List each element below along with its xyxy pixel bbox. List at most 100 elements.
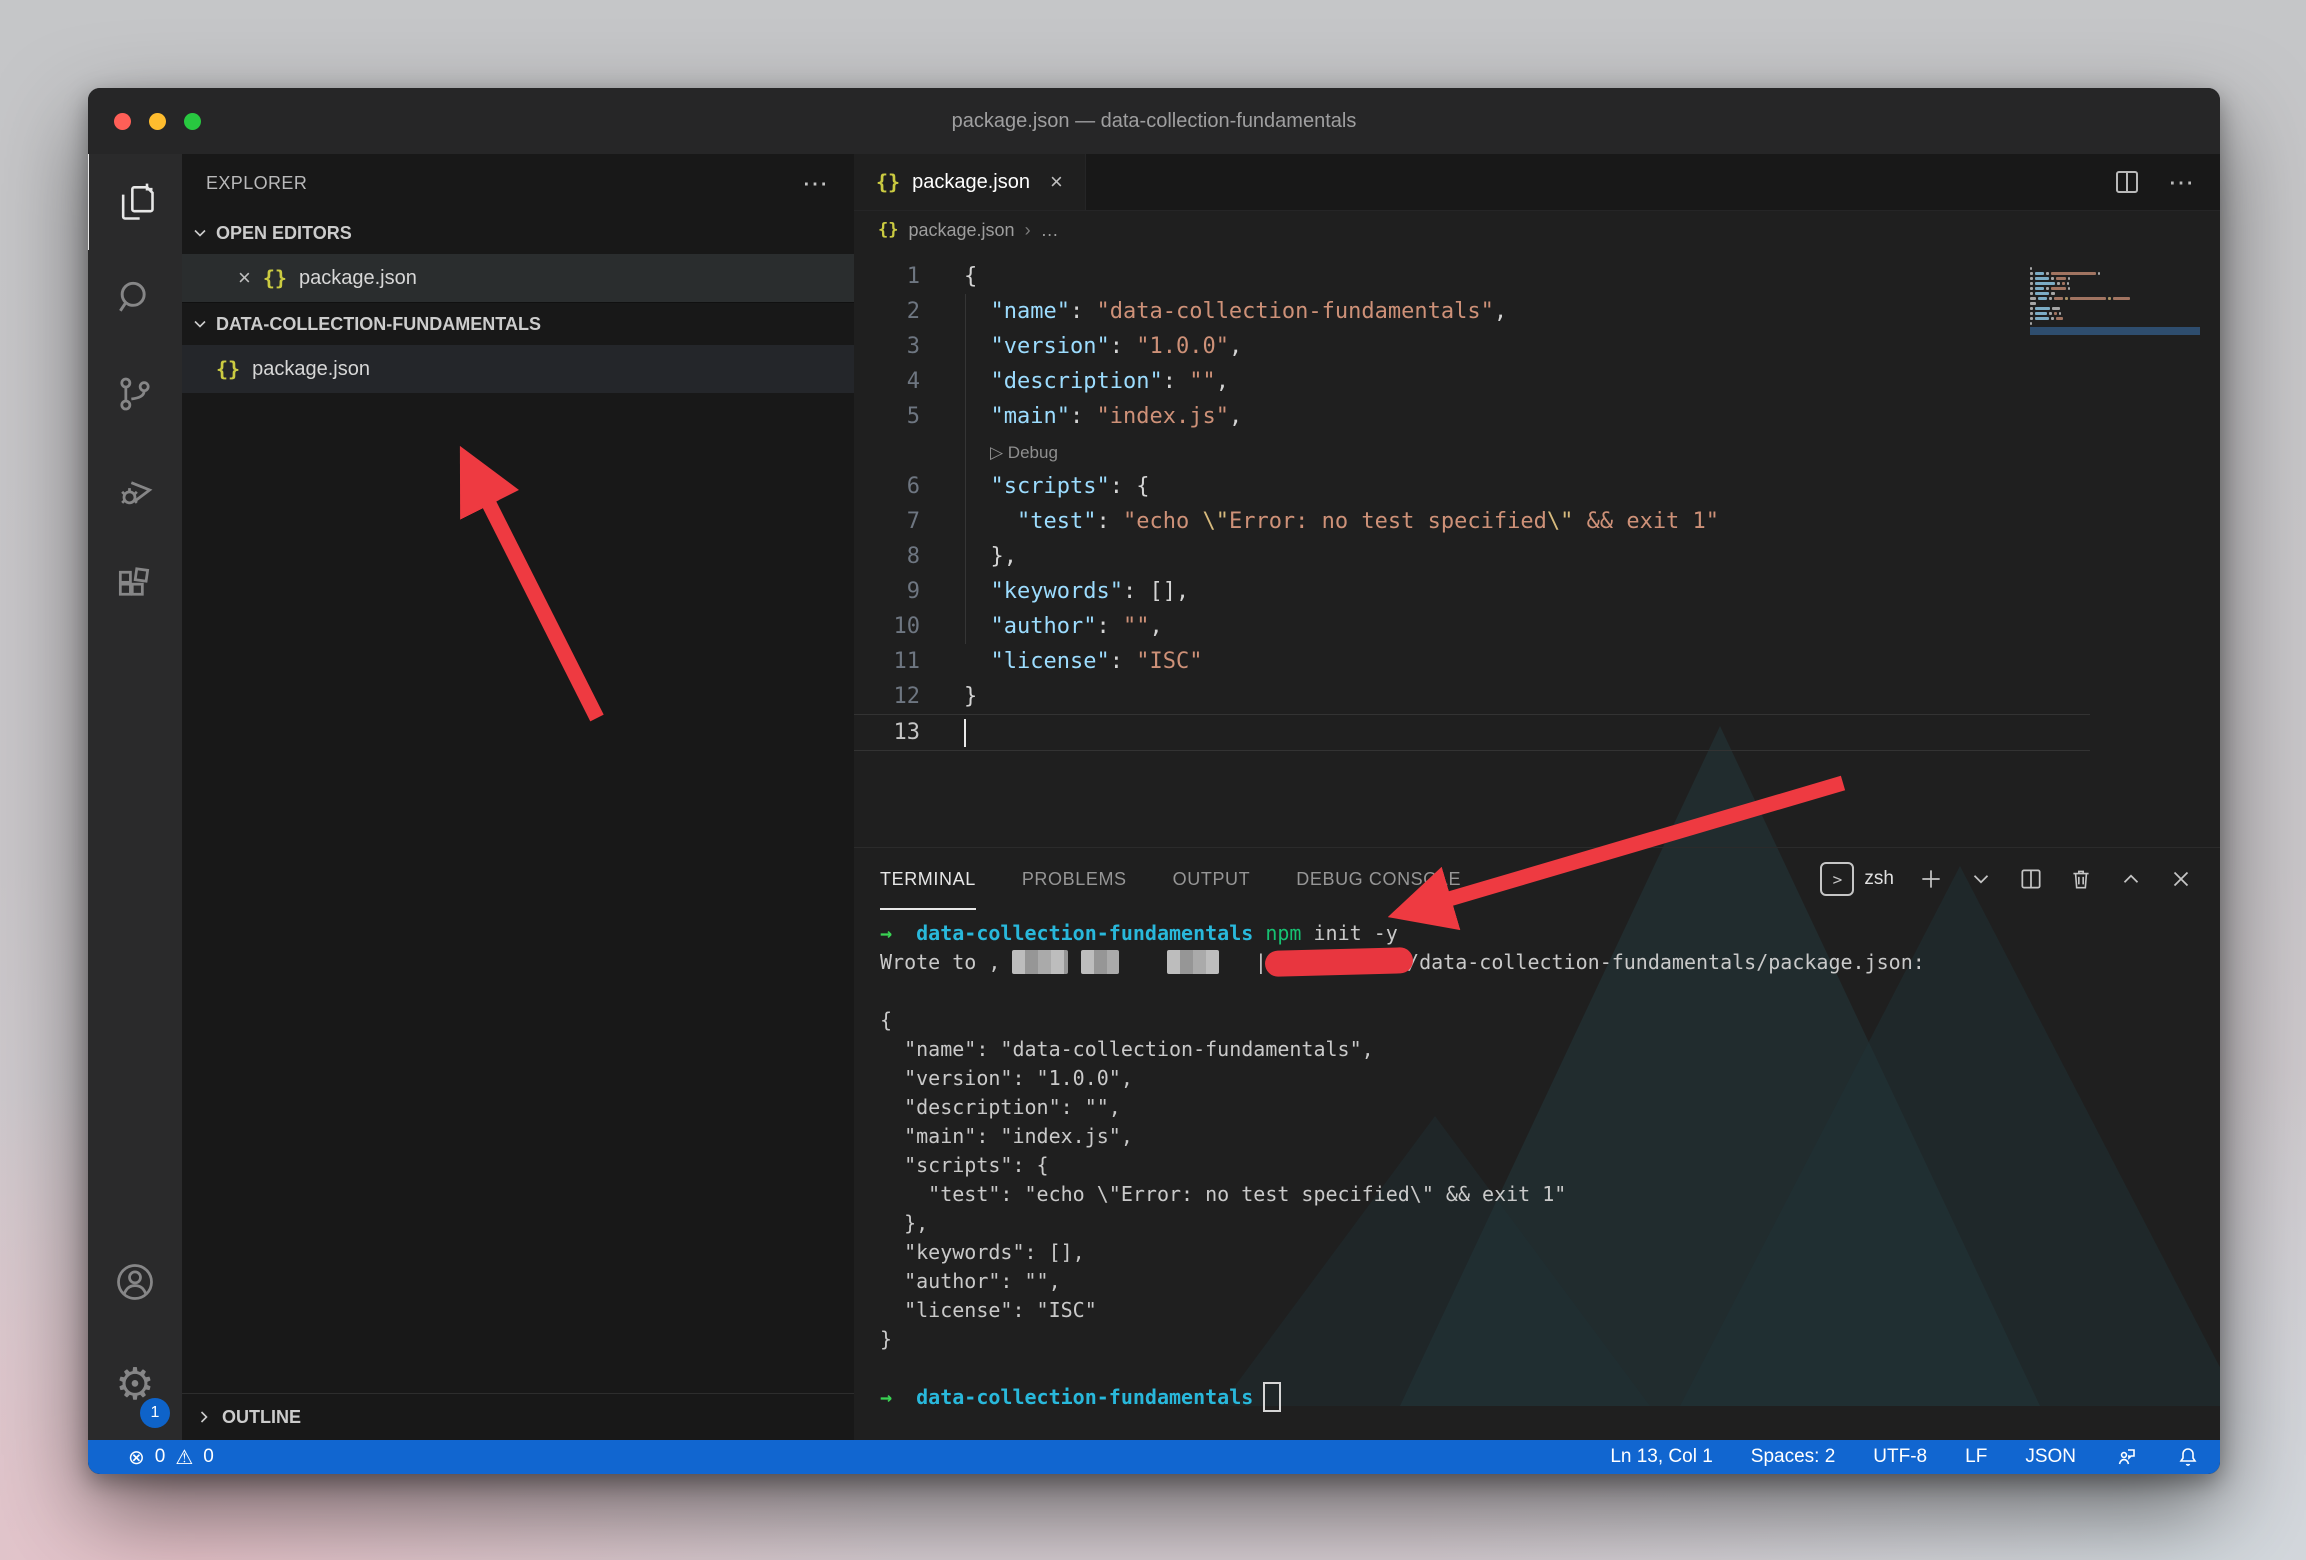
- minimap[interactable]: [2026, 263, 2204, 336]
- code-line: 3 "version": "1.0.0",: [854, 329, 2220, 364]
- source-control-icon[interactable]: [88, 346, 182, 442]
- terminal-line: "name": "data-collection-fundamentals",: [880, 1034, 2220, 1063]
- split-editor-icon[interactable]: [2112, 167, 2142, 197]
- redacted-block: [1012, 950, 1068, 974]
- terminal-icon: >: [1820, 862, 1854, 896]
- terminal-line: "test": "echo \"Error: no test specified…: [880, 1179, 2220, 1208]
- json-file-icon: {}: [878, 220, 898, 240]
- problems-status[interactable]: ⊗ 0 ⚠ 0: [128, 1445, 214, 1470]
- close-tab-icon[interactable]: ×: [1050, 169, 1063, 195]
- terminal-output[interactable]: → data-collection-fundamentals npm init …: [854, 910, 2220, 1440]
- red-marker-redaction: [1265, 947, 1414, 977]
- terminal-line: "main": "index.js",: [880, 1121, 2220, 1150]
- terminal-line: {: [880, 1005, 2220, 1034]
- outline-section[interactable]: OUTLINE: [182, 1393, 854, 1440]
- code-line: 5 "main": "index.js",: [854, 399, 2220, 434]
- terminal-line: [880, 976, 2220, 1005]
- terminal-line: "scripts": {: [880, 1150, 2220, 1179]
- terminal-panel: TERMINAL PROBLEMS OUTPUT DEBUG CONSOLE > zs…: [854, 847, 2220, 1440]
- open-editors-section[interactable]: OPEN EDITORS: [182, 212, 854, 254]
- language-mode[interactable]: JSON: [2025, 1446, 2076, 1468]
- breadcrumb-more[interactable]: …: [1041, 220, 1059, 241]
- folder-section[interactable]: DATA-COLLECTION-FUNDAMENTALS: [182, 303, 854, 345]
- warning-icon: ⚠: [175, 1445, 193, 1470]
- panel-tab-terminal[interactable]: TERMINAL: [880, 848, 976, 910]
- json-file-icon: {}: [876, 170, 900, 194]
- explorer-more-actions-icon[interactable]: ⋯: [802, 168, 830, 199]
- json-file-icon: {}: [216, 357, 240, 381]
- shell-name: zsh: [1864, 868, 1894, 890]
- error-count: 0: [155, 1446, 166, 1468]
- code-line: 4 "description": "",: [854, 364, 2220, 399]
- terminal-line: "license": "ISC": [880, 1295, 2220, 1324]
- feedback-icon[interactable]: [2114, 1445, 2138, 1469]
- terminal-line: Wrote to , |/1Pl/data-collection-fundame…: [880, 947, 2220, 976]
- explorer-sidebar: EXPLORER ⋯ OPEN EDITORS × {} package.jso…: [182, 154, 854, 1440]
- code-line: 10 "author": "",: [854, 609, 2220, 644]
- settings-badge: 1: [140, 1398, 170, 1428]
- activity-bar: ⚙ 1: [88, 154, 182, 1440]
- breadcrumb-separator: ›: [1025, 220, 1031, 241]
- settings-gear-icon[interactable]: ⚙ 1: [88, 1330, 182, 1440]
- terminal-line: },: [880, 1208, 2220, 1237]
- code-line: 8 },: [854, 539, 2220, 574]
- terminal-dropdown-icon[interactable]: [1968, 866, 1994, 892]
- code-line: 9 "keywords": [],: [854, 574, 2220, 609]
- terminal-line: "description": "",: [880, 1092, 2220, 1121]
- tab-label: package.json: [912, 171, 1030, 194]
- code-line: 7 "test": "echo \"Error: no test specifi…: [854, 504, 2220, 539]
- extensions-icon[interactable]: [88, 538, 182, 634]
- cursor-position[interactable]: Ln 13, Col 1: [1610, 1446, 1712, 1468]
- panel-tab-output[interactable]: OUTPUT: [1173, 848, 1251, 910]
- new-terminal-icon[interactable]: [1918, 866, 1944, 892]
- code-line: 6 "scripts": {: [854, 469, 2220, 504]
- indentation[interactable]: Spaces: 2: [1751, 1446, 1836, 1468]
- code-line: 2 "name": "data-collection-fundamentals"…: [854, 294, 2220, 329]
- kill-terminal-icon[interactable]: [2068, 866, 2094, 892]
- split-terminal-icon[interactable]: [2018, 866, 2044, 892]
- explorer-icon[interactable]: [88, 154, 183, 250]
- editor-group: {} package.json × ⋯ {} package.json › …: [854, 154, 2220, 1440]
- text-cursor: [964, 719, 966, 747]
- status-bar: ⊗ 0 ⚠ 0 Ln 13, Col 1 Spaces: 2 UTF-8 LF …: [88, 1440, 2220, 1474]
- terminal-line: "version": "1.0.0",: [880, 1063, 2220, 1092]
- code-line: 13: [854, 714, 2090, 751]
- breadcrumb-file[interactable]: package.json: [908, 220, 1014, 241]
- tab-package-json[interactable]: {} package.json ×: [854, 154, 1086, 210]
- eol-sequence[interactable]: LF: [1965, 1446, 1987, 1468]
- terminal-line: → data-collection-fundamentals: [880, 1382, 2220, 1411]
- notifications-bell-icon[interactable]: [2176, 1445, 2200, 1469]
- panel-tab-debug-console[interactable]: DEBUG CONSOLE: [1296, 848, 1461, 910]
- tree-item-package-json[interactable]: {} package.json: [182, 345, 854, 393]
- encoding[interactable]: UTF-8: [1873, 1446, 1927, 1468]
- code-editor[interactable]: 1{2 "name": "data-collection-fundamental…: [854, 249, 2220, 847]
- run-debug-icon[interactable]: [88, 442, 182, 538]
- chevron-down-icon: [192, 225, 208, 241]
- redacted-block: [1167, 950, 1219, 974]
- terminal-line: }: [880, 1324, 2220, 1353]
- search-icon[interactable]: [88, 250, 182, 346]
- terminal-cursor: [1263, 1382, 1281, 1412]
- breadcrumb[interactable]: {} package.json › …: [854, 211, 2220, 249]
- sidebar-title: EXPLORER: [206, 173, 307, 194]
- code-line: ▷ Debug: [854, 434, 2220, 469]
- open-editor-label: package.json: [299, 267, 417, 290]
- account-icon[interactable]: [88, 1234, 182, 1330]
- panel-tab-problems[interactable]: PROBLEMS: [1022, 848, 1127, 910]
- terminal-line: "author": "",: [880, 1266, 2220, 1295]
- terminal-line: [880, 1353, 2220, 1382]
- maximize-panel-icon[interactable]: [2118, 866, 2144, 892]
- terminal-session-chip[interactable]: > zsh: [1820, 862, 1894, 896]
- terminal-line: "keywords": [],: [880, 1237, 2220, 1266]
- editor-more-actions-icon[interactable]: ⋯: [2168, 167, 2196, 198]
- titlebar: package.json — data-collection-fundament…: [88, 88, 2220, 154]
- debug-codelens[interactable]: ▷ Debug: [990, 443, 1058, 462]
- code-line: 11 "license": "ISC": [854, 644, 2220, 679]
- vscode-window: package.json — data-collection-fundament…: [88, 88, 2220, 1474]
- editor-tab-bar: {} package.json × ⋯: [854, 154, 2220, 211]
- close-editor-icon[interactable]: ×: [238, 265, 251, 291]
- terminal-line: → data-collection-fundamentals npm init …: [880, 918, 2220, 947]
- error-icon: ⊗: [128, 1445, 145, 1470]
- close-panel-icon[interactable]: [2168, 866, 2194, 892]
- open-editor-package-json[interactable]: × {} package.json: [182, 254, 854, 303]
